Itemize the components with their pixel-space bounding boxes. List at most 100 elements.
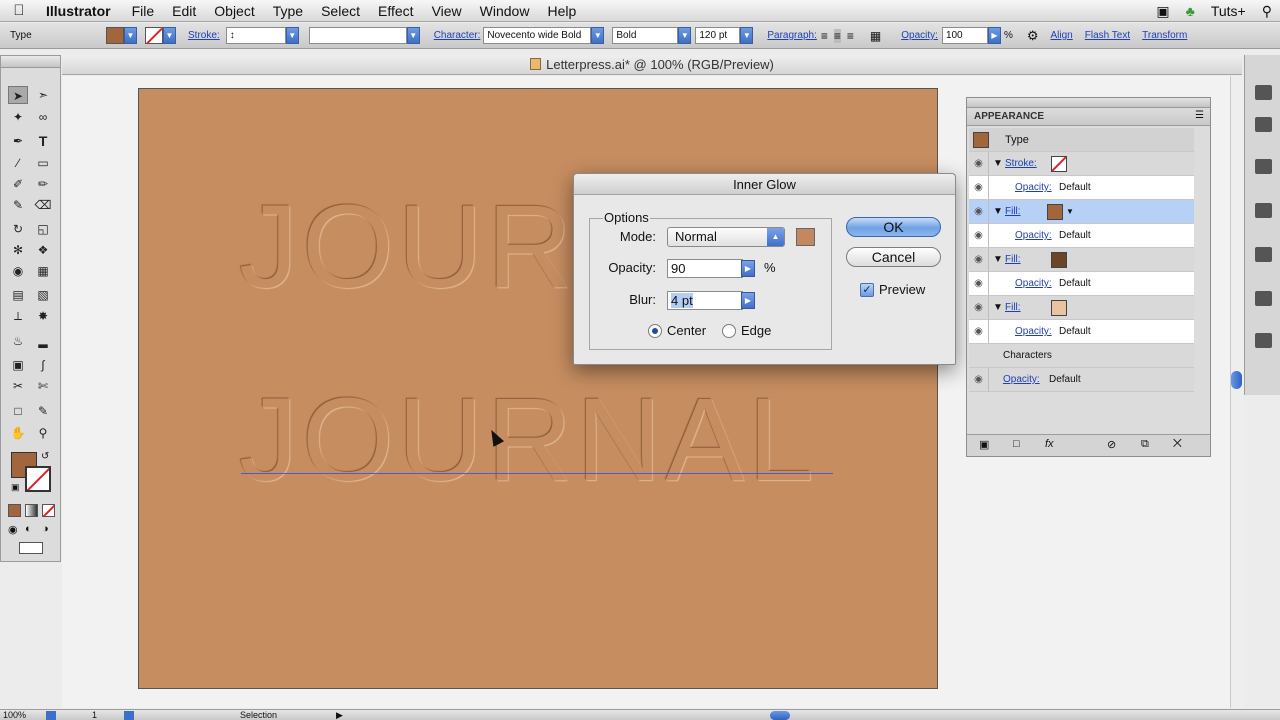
menu-edit[interactable]: Edit (163, 3, 205, 19)
menu-help[interactable]: Help (538, 3, 585, 19)
vertical-scroll-thumb[interactable] (1231, 371, 1242, 389)
font-family-field[interactable]: Novecento wide Bold (483, 27, 592, 44)
screen-mode-icon[interactable] (19, 542, 43, 554)
artboard-select-tool-icon[interactable]: □ (8, 402, 28, 420)
add-effect-icon[interactable]: fx (1045, 438, 1054, 450)
clear-appearance-icon[interactable]: ⊘ (1107, 438, 1116, 451)
fill-swatch[interactable] (106, 27, 124, 44)
line-tool-icon[interactable]: ∕ (8, 154, 28, 172)
gradient-mode-icon[interactable] (25, 504, 38, 517)
eye-icon[interactable]: ◉ (969, 368, 989, 392)
none-mode-icon[interactable] (42, 504, 55, 517)
color-mode-icon[interactable] (8, 504, 21, 517)
transform-link[interactable]: Transform (1142, 30, 1187, 41)
fill-disclosure-icon[interactable]: ▼ (993, 248, 1003, 272)
stroke-opacity-row[interactable]: ◉ Opacity: Default (969, 176, 1194, 200)
fill-3-opacity-row[interactable]: ◉ Opacity: Default (969, 320, 1194, 344)
eraser-slice-tool-icon[interactable]: ✂ (8, 377, 28, 395)
duplicate-item-icon[interactable]: ⧉ (1141, 438, 1149, 451)
fill-disclosure-icon[interactable]: ▼ (993, 296, 1003, 320)
zoom-field[interactable]: 100% (3, 710, 26, 720)
eraser-tool-icon[interactable]: ⌫ (33, 196, 53, 214)
blob-brush-tool-icon[interactable]: ✎ (8, 196, 28, 214)
fill-row-3[interactable]: ◉ ▼ Fill: (969, 296, 1194, 320)
eye-icon[interactable]: ◉ (969, 272, 989, 296)
menu-view[interactable]: View (423, 3, 471, 19)
fill-row-1-label[interactable]: Fill: (1005, 200, 1021, 224)
font-size-dropdown[interactable]: ▼ (740, 27, 754, 44)
characters-opacity-label[interactable]: Opacity: (1003, 368, 1040, 392)
pen-tool-icon[interactable]: ✒ (8, 132, 28, 150)
add-fill-icon[interactable]: □ (1013, 438, 1020, 450)
rectangle-tool-icon[interactable]: ▭ (33, 154, 53, 172)
font-size-field[interactable]: 120 pt (695, 27, 741, 44)
appearance-object-row[interactable]: Type (969, 128, 1194, 152)
align-center-icon[interactable]: ≡ (833, 28, 841, 43)
center-radio-label[interactable]: Center (667, 323, 706, 338)
eye-icon[interactable]: ◉ (969, 176, 989, 200)
document-tab[interactable]: Letterpress.ai* @ 100% (RGB/Preview) (62, 55, 1242, 75)
vertical-scrollbar[interactable] (1230, 76, 1244, 708)
brush-field[interactable] (308, 27, 407, 44)
font-style-dropdown[interactable]: ▼ (678, 27, 692, 44)
blend-tool-icon[interactable]: ✸ (33, 307, 53, 325)
menu-type[interactable]: Type (264, 3, 312, 19)
fill-1-swatch[interactable] (1047, 204, 1063, 220)
opacity-label[interactable]: Opacity: (901, 30, 938, 41)
stroke-none-swatch[interactable] (1051, 156, 1067, 172)
artboards-icon[interactable] (1255, 333, 1272, 348)
journal-text-top[interactable]: JOUR (239, 179, 576, 315)
lasso-tool-icon[interactable]: ∞ (33, 108, 53, 126)
character-label[interactable]: Character: (434, 30, 481, 41)
stroke-weight-field[interactable]: ↕ (225, 27, 286, 44)
type-tool-icon[interactable]: T (33, 132, 53, 150)
preview-checkbox[interactable]: ✓ (860, 283, 874, 297)
slice-tool-icon[interactable]: ∫ (33, 356, 53, 374)
fill-1-dropdown-icon[interactable]: ▼ (1066, 200, 1074, 224)
rotate-tool-icon[interactable]: ↻ (8, 220, 28, 238)
horizontal-scroll-thumb[interactable] (770, 711, 790, 720)
fill-dropdown[interactable]: ▼ (124, 27, 137, 44)
paintbrush-tool-icon[interactable]: ✐ (8, 175, 28, 193)
center-radio[interactable] (648, 324, 662, 338)
page-field[interactable]: 1 (92, 710, 97, 720)
stroke-color-box[interactable] (25, 466, 51, 492)
panel-menu-icon[interactable]: ☰ (1195, 110, 1204, 121)
opacity-arrow-button[interactable]: ▶ (741, 260, 755, 277)
menu-window[interactable]: Window (471, 3, 539, 19)
delete-item-icon[interactable]: ⨉ (1173, 438, 1182, 451)
clover-icon[interactable]: ♣ (1178, 3, 1203, 19)
page-dropdown[interactable] (124, 711, 134, 720)
tools-panel-header[interactable] (1, 56, 60, 68)
cancel-button[interactable]: Cancel (846, 247, 941, 267)
hand-tool-icon[interactable]: ✋ (8, 424, 28, 442)
characters-opacity-row[interactable]: ◉ Opacity: Default (969, 368, 1194, 392)
zoom-tool-icon[interactable]: ⚲ (33, 424, 53, 442)
menu-file[interactable]: File (123, 3, 164, 19)
selection-tool-icon[interactable]: ➤ (8, 86, 28, 104)
characters-row[interactable]: Characters (969, 344, 1194, 368)
symbols-icon[interactable] (1255, 203, 1272, 218)
mode-select[interactable]: Normal ▲ (667, 227, 785, 247)
mesh-tool-icon[interactable]: ▤ (8, 286, 28, 304)
fill-row-1[interactable]: ◉ ▼ Fill: ▼ (969, 200, 1194, 224)
fill-2-opacity-label[interactable]: Opacity: (1015, 272, 1052, 296)
fill-3-opacity-label[interactable]: Opacity: (1015, 320, 1052, 344)
fill-1-opacity-row[interactable]: ◉ Opacity: Default (969, 224, 1194, 248)
eye-icon[interactable]: ◉ (969, 248, 989, 272)
fill-3-swatch[interactable] (1051, 300, 1067, 316)
menu-object[interactable]: Object (205, 3, 263, 19)
scale-tool-icon[interactable]: ◱ (33, 220, 53, 238)
eye-icon[interactable]: ◉ (969, 320, 989, 344)
stroke-opacity-label[interactable]: Opacity: (1015, 176, 1052, 200)
blur-input[interactable]: 4 pt (667, 291, 743, 310)
stroke-disclosure-icon[interactable]: ▼ (993, 152, 1003, 176)
symbol-sprayer-tool-icon[interactable]: ♨ (8, 332, 28, 350)
swatches-icon[interactable] (1255, 159, 1272, 174)
default-colors-icon[interactable]: ▣ (11, 482, 20, 493)
tuts-menu[interactable]: Tuts+ (1203, 3, 1254, 19)
journal-text-bottom[interactable]: JOURNAL (239, 372, 818, 508)
magic-wand-tool-icon[interactable]: ✦ (8, 108, 28, 126)
blur-arrow-button[interactable]: ▶ (741, 292, 755, 309)
pencil-tool-icon[interactable]: ✏ (33, 175, 53, 193)
